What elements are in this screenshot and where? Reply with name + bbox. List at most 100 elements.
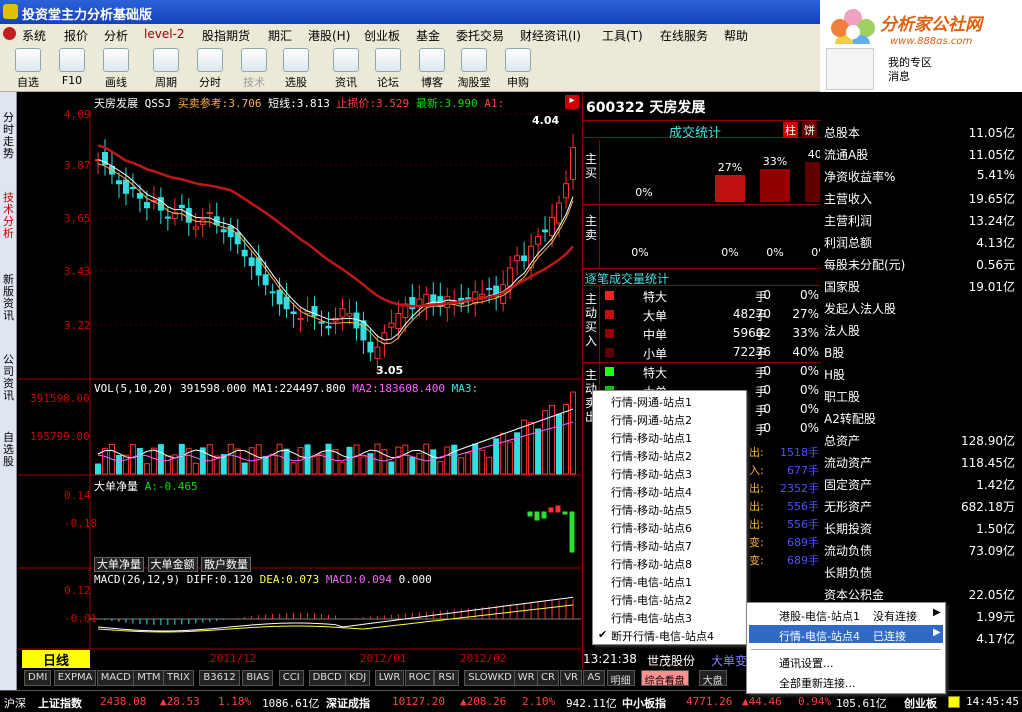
indicator-tab[interactable]: MACD [96,670,135,686]
indicator-tab[interactable]: ROC [404,670,435,686]
server-menu-item[interactable]: 行情-电信-站点3 [611,610,692,628]
flow-value: 556手 [787,500,819,513]
menu-gem[interactable]: 创业板 [364,27,400,44]
bar-view-button[interactable]: 柱 [783,122,798,138]
server-menu-item[interactable]: 行情-移动-站点6 [611,520,692,538]
indicator-tab[interactable]: DBCD [308,670,346,686]
messages-link[interactable]: 消息 [888,70,910,83]
forum-button[interactable]: 论坛 [368,46,408,90]
sh-index-name[interactable]: 上证指数 [38,695,82,711]
f10-button[interactable]: F10 [52,46,92,90]
menu-analysis[interactable]: 分析 [104,27,128,44]
server-menu-item[interactable]: 行情-网通-站点1 [611,394,692,412]
submenu-hk-item[interactable]: 港股-电信-站点1 没有连接 ▶ [747,605,945,623]
server-menu-item[interactable]: 行情-电信-站点2 [611,592,692,610]
sidebar-tab-watchlist[interactable]: 自选股 [0,432,17,468]
my-zone-link[interactable]: 我的专区 [888,56,932,69]
indicator-tab[interactable]: 明细 [606,670,635,687]
menu-online[interactable]: 在线服务 [660,27,708,44]
avatar[interactable] [826,48,874,90]
server-menu-item[interactable]: 断开行情-电信-站点4 [598,628,714,646]
menu-level2[interactable]: level-2 [144,27,185,41]
period-daily-button[interactable]: 日线 [22,650,90,669]
indicator-tab[interactable]: MTM [133,670,165,686]
menu-system[interactable]: 系统 [22,27,46,44]
pie-view-button[interactable]: 饼 [802,122,817,138]
indicator-tab[interactable]: DMI [24,670,52,686]
indicator-tab[interactable]: CCI [278,670,304,686]
ind-tab-retail[interactable]: 散户数量 [201,557,251,572]
sidebar-tab-technical[interactable]: 技术分析 [0,192,17,240]
ipo-button[interactable]: 申购 [498,46,538,90]
menu-quote[interactable]: 报价 [64,27,88,44]
fundamental-key: 国家股 [824,280,861,294]
taogutang-button[interactable]: 淘股堂 [454,46,494,90]
sidebar-tab-company-news[interactable]: 公司资讯 [0,354,17,402]
vol-ma2: MA2:183608.400 [352,382,446,395]
indicator-tab[interactable]: BIAS [242,670,274,686]
submenu-quote-item[interactable]: 行情-电信-站点4 已连接 ▶ [749,625,943,643]
server-menu-item[interactable]: 行情-移动-站点2 [611,448,692,466]
market-label[interactable]: 沪深 [4,695,26,711]
flow-value: 677手 [787,464,819,477]
menu-trade[interactable]: 委托交易 [456,27,504,44]
fundamental-row: 长期投资 1.50亿 [824,520,1019,542]
stock-picker-button[interactable]: 选股 [276,46,316,90]
fundamental-key: 总资产 [824,434,861,448]
news-button[interactable]: 资讯 [326,46,366,90]
period-button[interactable]: 周期 [146,46,186,90]
menu-help[interactable]: 帮助 [724,27,748,44]
server-menu-item[interactable]: 行情-移动-站点8 [611,556,692,574]
sz-index-name[interactable]: 深证成指 [326,695,370,711]
menu-tools[interactable]: 工具(T) [602,27,643,44]
app-menu-icon[interactable] [3,27,16,40]
menu-fx[interactable]: 期汇 [268,27,292,44]
indicator-tab[interactable]: SLOWKD [464,670,516,686]
indicator-tab[interactable]: LWR [374,670,405,686]
indicator-tab[interactable]: 大盘 [698,670,727,687]
technical-button[interactable]: 技术 [234,46,274,90]
sme-index-name[interactable]: 中小板指 [622,695,666,711]
chart-latest: 最新:3.990 [415,97,478,110]
server-menu-item[interactable]: 行情-网通-站点2 [611,412,692,430]
server-menu-item[interactable]: 行情-移动-站点3 [611,466,692,484]
watchlist-button[interactable]: 自选 [8,46,48,90]
blog-button[interactable]: 博客 [412,46,452,90]
server-menu-item[interactable]: 行情-电信-站点1 [611,574,692,592]
ind-tab-bigamt[interactable]: 大单金额 [147,557,198,572]
timeshare-button[interactable]: 分时 [190,46,230,90]
kline-chart-area[interactable]: 天房发展 QSSJ 买卖参考:3.706 短线:3.813 止损价:3.529 … [18,92,581,670]
fundamental-row: 总股本 11.05亿 [824,124,1019,146]
menu-fund[interactable]: 基金 [416,27,440,44]
indicator-tab[interactable]: KDJ [345,670,371,686]
sidebar-tab-new-news[interactable]: 新版资讯 [0,274,17,322]
gem-index-name[interactable]: 创业板 [904,695,937,711]
drawline-button[interactable]: 画线 [96,46,136,90]
row-unit: 手 [755,328,768,342]
indicator-tab[interactable]: VR [560,670,582,686]
server-menu-item[interactable]: 行情-移动-站点1 [611,430,692,448]
indicator-tab[interactable]: WR [513,670,539,686]
menu-hk[interactable]: 港股(H) [308,27,350,44]
indicator-tab[interactable]: TRIX [163,670,194,686]
left-sidebar: 分时走势 技术分析 新版资讯 公司资讯 自选股 [0,92,17,690]
indicator-tab[interactable]: 综合看盘 [640,670,689,687]
indicator-tab[interactable]: AS [583,670,605,686]
fundamental-value: 128.90亿 [961,434,1015,448]
ind-tab-bignet[interactable]: 大单净量 [94,557,144,572]
menu-news[interactable]: 财经资讯(I) [520,27,581,44]
indicator-tab[interactable]: CR [537,670,559,686]
indicator-tab[interactable]: EXPMA [53,670,97,686]
sidebar-tab-timeshare[interactable]: 分时走势 [0,112,17,160]
indicator-tab[interactable]: RSI [434,670,459,686]
server-menu-item[interactable]: 行情-移动-站点4 [611,484,692,502]
connection-status-icon[interactable] [948,696,960,708]
comm-settings-item[interactable]: 通讯设置... [779,655,834,671]
menu-index-futures[interactable]: 股指期货 [202,27,250,44]
server-menu-item[interactable]: 行情-移动-站点5 [611,502,692,520]
indicator-tab[interactable]: B3612 [199,670,240,686]
server-menu-item[interactable]: 行情-移动-站点7 [611,538,692,556]
reconnect-all-item[interactable]: 全部重新连接... [779,675,856,691]
collapse-arrow-icon[interactable]: ▸ [565,95,579,109]
stock-code: 600322 [586,100,645,116]
